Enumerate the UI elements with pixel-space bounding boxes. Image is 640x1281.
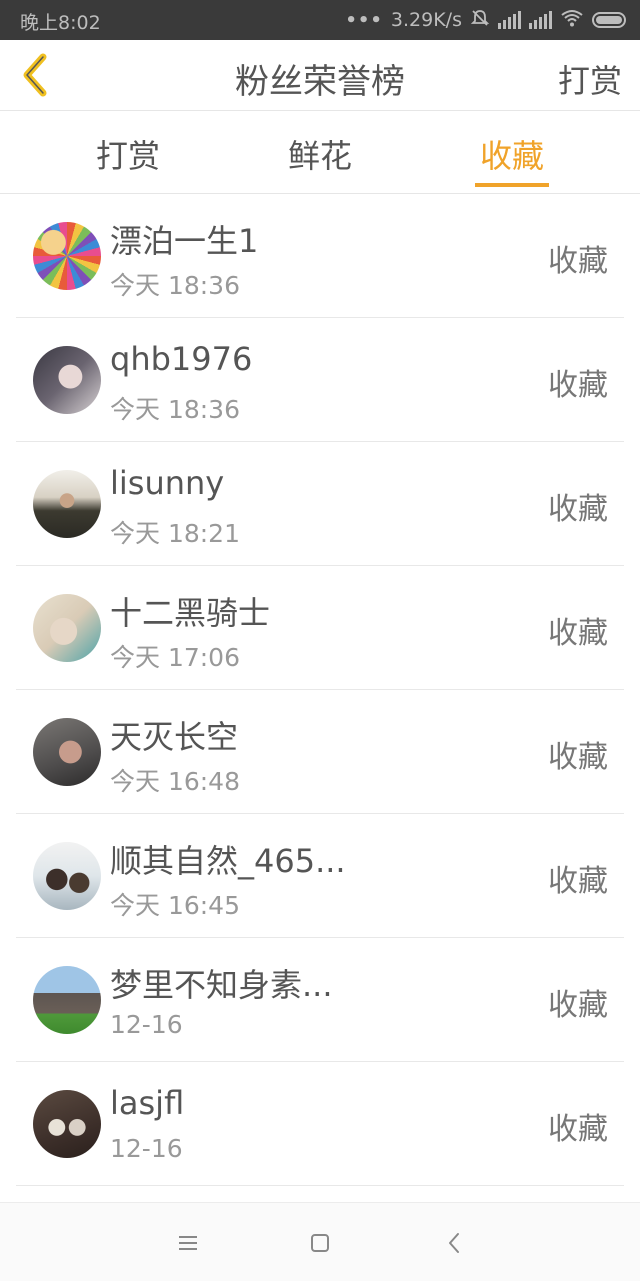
avatar [33, 222, 101, 290]
header: 粉丝荣誉榜 打赏 [0, 40, 640, 111]
avatar [33, 346, 101, 414]
home-button[interactable] [300, 1223, 340, 1263]
item-type: 收藏 [548, 1112, 608, 1147]
user-name: 天灭长空 [110, 718, 239, 756]
status-bar: 晚上8:02 ••• 3.29K/s [0, 0, 640, 40]
user-name: lasjfl [110, 1084, 185, 1122]
list-item[interactable]: lisunny 今天 18:21 收藏 [16, 442, 624, 566]
tab-favorites[interactable]: 收藏 [457, 131, 567, 177]
item-type: 收藏 [548, 864, 608, 899]
item-time: 今天 16:45 [110, 891, 240, 920]
user-name: 顺其自然_465... [110, 842, 346, 880]
item-type: 收藏 [548, 988, 608, 1023]
item-time: 12-16 [110, 1134, 183, 1163]
list-item[interactable]: 十二黑骑士 今天 17:06 收藏 [16, 566, 624, 690]
home-square-icon [311, 1234, 329, 1252]
item-type: 收藏 [548, 740, 608, 775]
signal-icon [498, 11, 521, 29]
avatar [33, 470, 101, 538]
back-chevron-icon [449, 1233, 459, 1253]
avatar [33, 1090, 101, 1158]
item-type: 收藏 [548, 492, 608, 527]
item-time: 12-16 [110, 1010, 183, 1039]
list-item[interactable]: 梦里不知身素... 12-16 收藏 [16, 938, 624, 1062]
item-type: 收藏 [548, 368, 608, 403]
user-name: 十二黑骑士 [110, 594, 271, 632]
list-item[interactable]: 天灭长空 今天 16:48 收藏 [16, 690, 624, 814]
network-speed: 3.29K/s [390, 9, 462, 31]
avatar [33, 594, 101, 662]
menu-icon [179, 1236, 197, 1250]
more-indicator: ••• [345, 9, 383, 31]
system-back-button[interactable] [434, 1223, 474, 1263]
active-tab-indicator [475, 183, 549, 187]
signal-icon-2 [529, 11, 552, 29]
user-name: lisunny [110, 464, 225, 502]
mute-icon [470, 8, 490, 33]
item-type: 收藏 [548, 616, 608, 651]
tip-button[interactable]: 打赏 [558, 56, 622, 102]
list-item[interactable]: lasjfl 12-16 收藏 [16, 1062, 624, 1186]
avatar [33, 842, 101, 910]
status-icons: ••• 3.29K/s [345, 6, 626, 34]
user-name: 梦里不知身素... [110, 966, 333, 1004]
user-name: 漂泊一生1 [110, 222, 259, 260]
item-time: 今天 16:48 [110, 767, 240, 796]
menu-button[interactable] [168, 1223, 208, 1263]
avatar [33, 718, 101, 786]
user-name: qhb1976 [110, 340, 253, 378]
status-time: 晚上8:02 [20, 12, 101, 34]
wifi-icon [560, 9, 584, 32]
tab-bar: 打赏 鲜花 收藏 [0, 111, 640, 194]
system-nav-bar [0, 1202, 640, 1281]
list-item[interactable]: 顺其自然_465... 今天 16:45 收藏 [16, 814, 624, 938]
fan-list: 漂泊一生1 今天 18:36 收藏 qhb1976 今天 18:36 收藏 li… [0, 194, 640, 1186]
list-item[interactable]: qhb1976 今天 18:36 收藏 [16, 318, 624, 442]
battery-icon [592, 12, 626, 28]
item-time: 今天 18:36 [110, 271, 240, 300]
tab-flowers[interactable]: 鲜花 [265, 131, 375, 177]
avatar [33, 966, 101, 1034]
tab-tip[interactable]: 打赏 [73, 131, 183, 177]
item-time: 今天 17:06 [110, 643, 240, 672]
page-title: 粉丝荣誉榜 [235, 62, 405, 102]
item-type: 收藏 [548, 244, 608, 279]
item-time: 今天 18:21 [110, 519, 240, 548]
item-time: 今天 18:36 [110, 395, 240, 424]
list-item[interactable]: 漂泊一生1 今天 18:36 收藏 [16, 194, 624, 318]
